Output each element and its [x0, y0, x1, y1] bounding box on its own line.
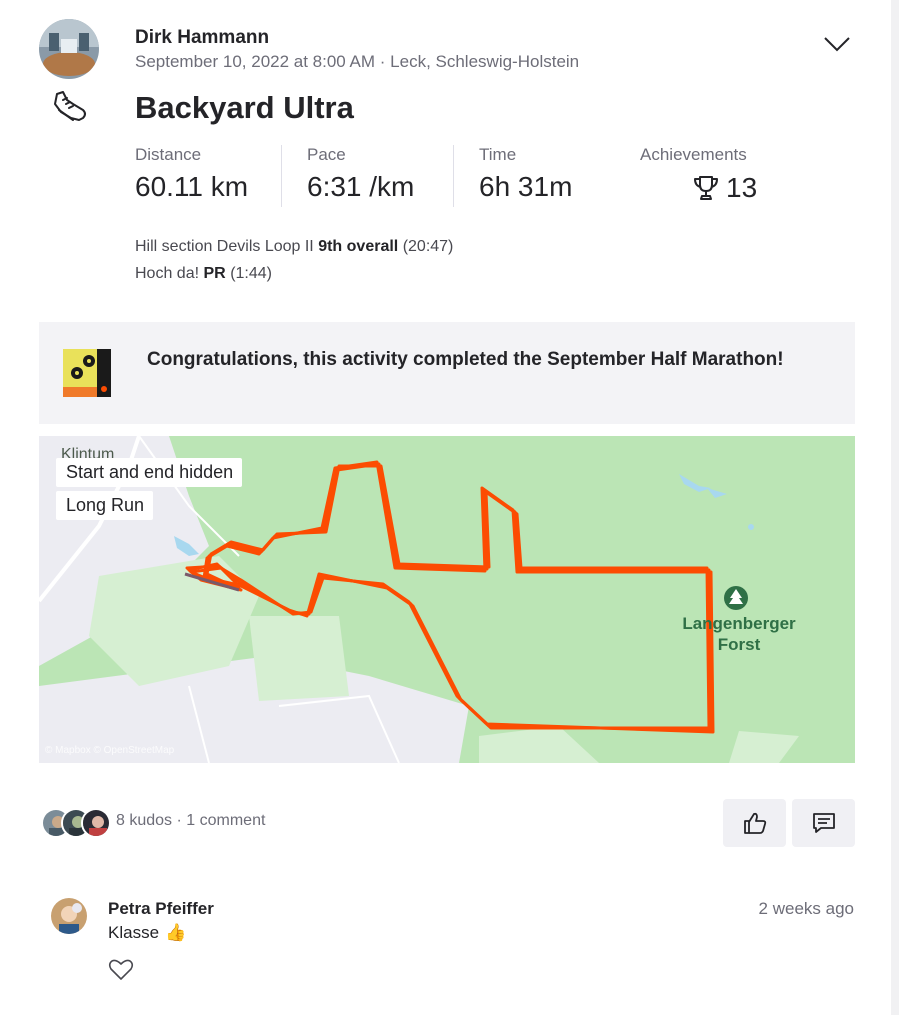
challenge-text: Congratulations, this activity completed… — [147, 349, 784, 370]
stat-pace: Pace 6:31 /km — [307, 145, 414, 203]
comment-author[interactable]: Petra Pfeiffer — [108, 899, 214, 919]
running-shoe-icon — [49, 88, 89, 128]
thumbs-up-emoji-icon: 👍 — [165, 923, 187, 942]
divider — [281, 145, 282, 207]
achievements-count[interactable]: 13 — [692, 172, 757, 204]
segment-effort[interactable]: Hoch da! PR (1:44) — [135, 265, 272, 283]
chevron-down-icon[interactable] — [822, 33, 852, 55]
comment-timestamp: 2 weeks ago — [758, 899, 854, 918]
segment-time: (1:44) — [230, 265, 272, 282]
segment-rank: PR — [203, 265, 226, 282]
give-kudos-button[interactable] — [723, 799, 786, 847]
commenter-avatar[interactable] — [51, 898, 87, 934]
stat-distance: Distance 60.11 km — [135, 145, 248, 203]
divider — [453, 145, 454, 207]
thumbs-up-icon — [743, 812, 766, 834]
segment-effort[interactable]: Hill section Devils Loop II 9th overall … — [135, 238, 453, 256]
challenge-badge-icon — [63, 349, 111, 397]
stat-value: 6:31 /km — [307, 171, 415, 202]
athlete-avatar[interactable] — [39, 19, 99, 79]
comment-icon — [812, 813, 835, 833]
segment-name: Hill section Devils Loop II — [135, 238, 314, 255]
stat-value: 6h 31m — [479, 171, 573, 202]
segment-rank: 9th overall — [318, 238, 399, 255]
trophy-icon — [694, 176, 718, 200]
activity-date-location: September 10, 2022 at 8:00 AM · Leck, Sc… — [135, 52, 580, 71]
stat-label: Achievements — [640, 145, 747, 164]
map-tag: Long Run — [56, 491, 154, 520]
challenge-banner[interactable]: Congratulations, this activity completed… — [39, 322, 855, 424]
activity-title[interactable]: Backyard Ultra — [135, 90, 354, 126]
kudos-summary[interactable]: 8 kudos · 1 comment — [116, 812, 265, 830]
segment-name: Hoch da! — [135, 265, 200, 282]
kudos-count[interactable]: 8 kudos — [116, 812, 172, 829]
like-comment-heart-icon[interactable] — [108, 958, 134, 982]
separator: · — [176, 812, 182, 829]
comment-body: Klasse — [108, 923, 160, 942]
comment-button[interactable] — [792, 799, 855, 847]
map-attribution: © Mapbox © OpenStreetMap — [45, 745, 175, 756]
segment-time: (20:47) — [402, 238, 454, 255]
map-forest-label: Langenberger Forst — [682, 614, 796, 654]
comment-text: Klasse 👍 — [108, 923, 186, 943]
stat-time: Time 6h 31m — [479, 145, 572, 203]
avatar — [81, 808, 111, 838]
stat-label: Distance — [135, 145, 202, 164]
stat-label: Pace — [307, 145, 346, 164]
map-tag: Start and end hidden — [56, 458, 243, 487]
achievements-number: 13 — [726, 172, 758, 203]
activity-card: Dirk Hammann September 10, 2022 at 8:00 … — [0, 0, 891, 1015]
comment-count[interactable]: 1 comment — [186, 812, 265, 829]
route-map[interactable]: Klintum Start and end hidden Long Run La… — [39, 436, 855, 763]
stat-achievements: Achievements — [640, 145, 747, 165]
kudos-avatars[interactable] — [41, 808, 113, 840]
athlete-name[interactable]: Dirk Hammann — [135, 27, 269, 49]
stat-value: 60.11 km — [135, 171, 249, 202]
stat-label: Time — [479, 145, 517, 164]
